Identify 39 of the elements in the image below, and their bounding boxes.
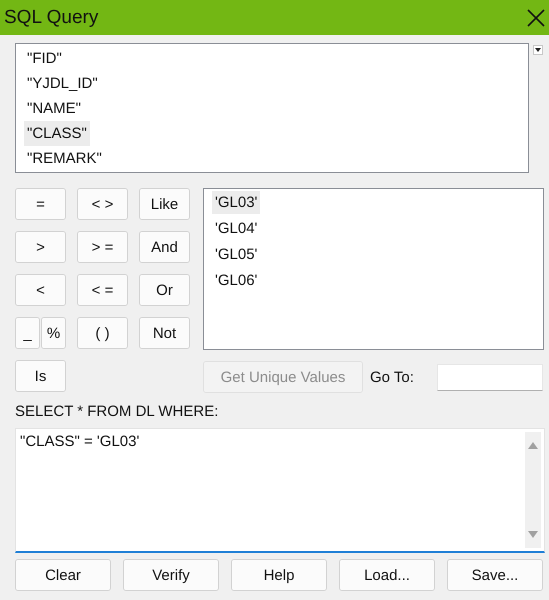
action-button[interactable]: Clear — [15, 559, 111, 591]
operator-button[interactable]: < > — [77, 188, 128, 220]
field-item[interactable]: "REMARK" — [24, 146, 105, 171]
operator-button[interactable]: > — [15, 231, 66, 263]
operator-button[interactable]: = — [15, 188, 66, 220]
value-item[interactable]: 'GL05' — [212, 243, 260, 266]
field-item[interactable]: "CLASS" — [24, 121, 90, 146]
field-item[interactable]: "YJDL_ID" — [24, 71, 101, 96]
field-item[interactable]: "NAME" — [24, 96, 84, 121]
caret-icon — [535, 48, 541, 52]
operator-button[interactable]: Not — [139, 317, 190, 349]
operator-button[interactable]: Is — [15, 360, 66, 392]
action-button[interactable]: Verify — [123, 559, 219, 591]
operator-button[interactable]: Or — [139, 274, 190, 306]
operator-button[interactable]: Like — [139, 188, 190, 220]
operator-button[interactable]: % — [41, 317, 66, 349]
operator-button[interactable]: And — [139, 231, 190, 263]
operator-button[interactable]: < — [15, 274, 66, 306]
window-title: SQL Query — [4, 6, 98, 28]
scroll-up-icon[interactable] — [528, 442, 538, 449]
value-item[interactable]: 'GL06' — [212, 269, 260, 292]
operator-button[interactable]: _ — [15, 317, 40, 349]
scroll-down-icon[interactable] — [528, 531, 538, 538]
expression-field[interactable]: "CLASS" = 'GL03' — [15, 428, 545, 553]
operator-button[interactable]: < = — [77, 274, 128, 306]
where-label: SELECT * FROM DL WHERE: — [15, 403, 220, 421]
action-button[interactable]: Help — [231, 559, 327, 591]
value-item[interactable]: 'GL03' — [212, 191, 260, 214]
field-item[interactable]: "FID" — [24, 46, 65, 71]
action-button[interactable]: Load... — [339, 559, 435, 591]
close-icon[interactable] — [527, 8, 545, 26]
scrollbar[interactable] — [525, 432, 541, 548]
go-to-label: Go To: — [370, 368, 415, 386]
value-item[interactable]: 'GL04' — [212, 217, 260, 240]
operator-button[interactable]: > = — [77, 231, 128, 263]
go-to-field[interactable] — [437, 364, 543, 390]
operator-button[interactable]: ( ) — [77, 317, 128, 349]
action-button[interactable]: Save... — [447, 559, 543, 591]
dropdown-button[interactable] — [533, 45, 543, 55]
